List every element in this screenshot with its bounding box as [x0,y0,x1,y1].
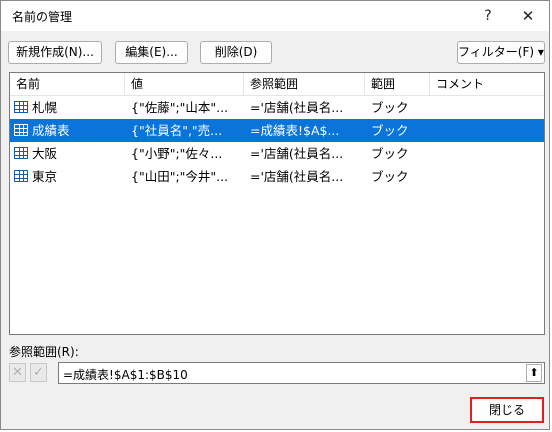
edit-button[interactable]: 編集(E)... [115,41,188,64]
row-refers-to: ='店舗(社員名... [250,146,344,161]
row-name: 成績表 [32,123,70,138]
row-refers-to: ='店舗(社員名... [250,100,344,115]
row-name: 東京 [32,169,58,184]
refers-to-value: =成績表!$A$1:$B$10 [63,368,188,382]
row-scope: ブック [371,123,409,138]
delete-button-label: 削除(D) [214,45,258,59]
column-header-comment[interactable]: コメント [430,73,544,95]
row-value: {"山田";"今井"... [131,169,229,184]
row-comment [436,119,536,142]
row-scope: ブック [371,100,409,115]
cancel-edit-icon[interactable]: ✕ [9,363,26,382]
filter-button[interactable]: フィルター(F) ▾ [457,41,545,64]
list-item[interactable]: 東京 {"山田";"今井"... ='店舗(社員名... ブック [10,165,544,188]
row-name: 札幌 [32,100,58,115]
delete-button[interactable]: 削除(D) [200,41,272,64]
list-item[interactable]: 大阪 {"小野";"佐々... ='店舗(社員名... ブック [10,142,544,165]
table-icon [14,124,28,136]
close-button[interactable]: 閉じる [470,397,544,423]
new-button[interactable]: 新規作成(N)... [8,41,102,64]
row-value: {"佐藤";"山本"... [131,100,229,115]
row-comment [436,165,536,188]
refers-to-label: 参照範囲(R): [9,345,79,359]
row-refers-to: ='店舗(社員名... [250,169,344,184]
table-icon [14,147,28,159]
list-item[interactable]: 札幌 {"佐藤";"山本"... ='店舗(社員名... ブック [10,96,544,119]
edit-button-label: 編集(E)... [125,45,178,59]
row-value: {"小野";"佐々... [131,146,223,161]
chevron-down-icon: ▾ [537,45,544,59]
row-comment [436,142,536,165]
table-icon [14,101,28,113]
column-header-refers-to[interactable]: 参照範囲 [244,73,365,95]
row-name: 大阪 [32,146,58,161]
names-list[interactable]: 名前 値 参照範囲 範囲 コメント 札幌 {"佐藤";"山本"... ='店舗(… [9,72,545,335]
column-header-name[interactable]: 名前 [10,73,125,95]
help-icon[interactable]: ? [471,1,505,31]
row-comment [436,96,536,119]
row-value: {"社員名","売... [131,123,223,138]
dialog-title: 名前の管理 [12,10,73,24]
list-item-selected[interactable]: 成績表 {"社員名","売... =成績表!$A$... ブック [10,119,544,142]
new-button-label: 新規作成(N)... [16,45,94,59]
collapse-dialog-icon[interactable]: ⬆ [526,364,542,382]
column-header-scope[interactable]: 範囲 [365,73,430,95]
close-button-label: 閉じる [488,403,525,417]
refers-to-input[interactable]: =成績表!$A$1:$B$10 ⬆ [58,362,545,384]
list-header: 名前 値 参照範囲 範囲 コメント [10,73,544,96]
filter-button-label: フィルター(F) [458,45,535,59]
row-refers-to: =成績表!$A$... [250,123,340,138]
title-bar: 名前の管理 ? ✕ [1,1,549,31]
name-manager-dialog: 名前の管理 ? ✕ 新規作成(N)... 編集(E)... 削除(D) フィルタ… [0,0,550,430]
table-icon [14,170,28,182]
row-scope: ブック [371,146,409,161]
confirm-edit-icon[interactable]: ✓ [30,363,47,382]
column-header-value[interactable]: 値 [125,73,244,95]
row-scope: ブック [371,169,409,184]
close-icon[interactable]: ✕ [511,1,545,31]
